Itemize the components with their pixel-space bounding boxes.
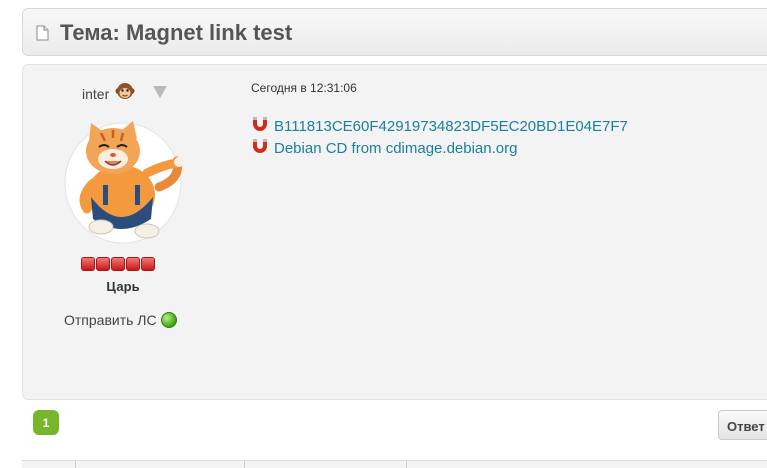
send-pm-link[interactable]: Отправить ЛС [64,312,177,328]
post: inter Царь Отправить ЛС Сегодня в 12:31:… [22,64,767,400]
magnet-link-row[interactable]: Debian CD from cdimage.debian.org [252,137,628,159]
rank-title: Царь [106,279,140,294]
magnet-link[interactable]: Debian CD from cdimage.debian.org [274,140,517,157]
magnet-link[interactable]: B111813CE60F42919734823DF5EC20BD1E04E7F7 [274,118,628,135]
author-row: inter [82,81,135,106]
author-username[interactable]: inter [82,86,109,102]
topic-title: Тема: Magnet link test [60,20,293,45]
send-pm-label[interactable]: Отправить ЛС [64,312,157,328]
post-date: Сегодня в 12:31:06 [251,81,357,95]
page-1-button[interactable]: 1 [33,410,59,435]
monkey-icon [115,81,135,106]
reply-button[interactable]: Ответ [718,410,767,440]
rank-pips [81,257,155,271]
rank-pip [126,257,140,271]
online-status-icon [160,312,177,328]
rank-pip [111,257,125,271]
document-icon [36,25,49,46]
magnet-icon [252,138,268,159]
magnet-icon [252,116,268,137]
dropdown-triangle-icon[interactable] [153,85,167,103]
rank-pip [96,257,110,271]
topic-header: Тема: Magnet link test [22,8,767,56]
magnet-link-row[interactable]: B111813CE60F42919734823DF5EC20BD1E04E7F7 [252,115,628,137]
post-content: B111813CE60F42919734823DF5EC20BD1E04E7F7… [252,115,628,159]
rank-pip [141,257,155,271]
rank-pip [81,257,95,271]
avatar [59,115,189,250]
